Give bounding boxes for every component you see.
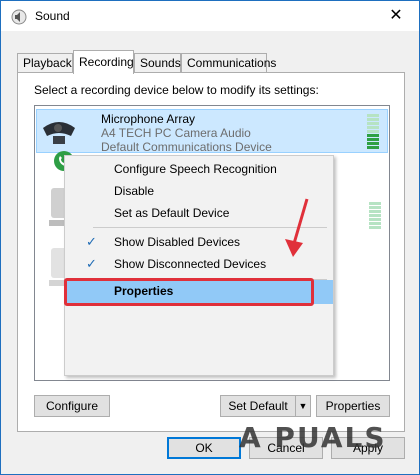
menu-item-label: Show Disabled Devices [114, 235, 241, 249]
context-menu: Configure Speech Recognition Disable Set… [64, 155, 334, 376]
menu-item-label: Disable [114, 184, 155, 198]
webcam-icon [43, 122, 75, 144]
sound-dialog: Sound ✕ Playback Recording Sounds Commun… [0, 0, 420, 475]
tab-sounds[interactable]: Sounds [134, 53, 181, 73]
instruction-text: Select a recording device below to modif… [34, 83, 319, 97]
tab-communications[interactable]: Communications [181, 53, 276, 73]
check-icon: ✓ [86, 256, 97, 271]
device-driver: A4 TECH PC Camera Audio [101, 126, 251, 140]
ok-button[interactable]: OK [167, 437, 241, 459]
tab-recording[interactable]: Recording [73, 50, 134, 74]
menu-item-label: Show Disconnected Devices [114, 257, 267, 271]
level-meter [367, 114, 379, 150]
device-status: Default Communications Device [101, 140, 272, 154]
watermark: A PUALS [239, 421, 387, 454]
speaker-icon [11, 9, 27, 25]
configure-button[interactable]: Configure [34, 395, 110, 417]
annotation-arrow-icon [285, 198, 309, 257]
menu-item-label: Set as Default Device [114, 206, 230, 220]
set-default-dropdown-icon[interactable]: ▼ [295, 395, 311, 417]
annotation-highlight-box [64, 278, 314, 306]
level-meter-2 [369, 202, 381, 230]
tab-playback[interactable]: Playback [17, 53, 73, 73]
title-bar: Sound ✕ [1, 1, 419, 31]
device-name: Microphone Array [101, 112, 196, 126]
menu-item-configure-speech-recognition[interactable]: Configure Speech Recognition [65, 158, 333, 180]
set-default-button[interactable]: Set Default [220, 395, 296, 417]
window-title: Sound [35, 9, 70, 23]
check-icon: ✓ [86, 234, 97, 249]
properties-button[interactable]: Properties [316, 395, 390, 417]
close-icon[interactable]: ✕ [387, 7, 405, 25]
device-row-microphone-array[interactable]: Microphone Array A4 TECH PC Camera Audio… [36, 109, 388, 154]
menu-item-label: Configure Speech Recognition [114, 162, 277, 176]
